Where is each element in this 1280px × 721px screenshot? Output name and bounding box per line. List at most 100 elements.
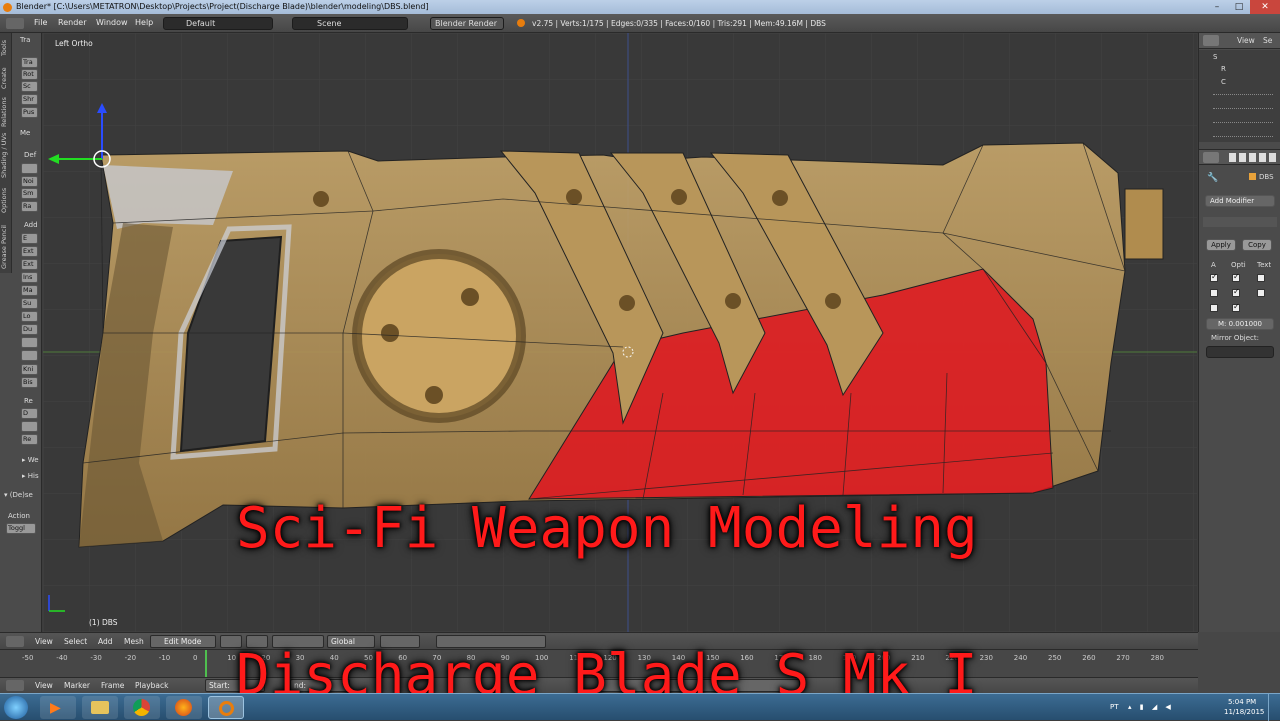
mirror-object-field[interactable]: [1206, 346, 1274, 358]
editor-type-icon[interactable]: [6, 636, 24, 647]
media-player-taskbar-icon[interactable]: ▶: [40, 696, 76, 719]
translate-button[interactable]: Tra: [21, 57, 38, 68]
push-pull-button[interactable]: Pus: [21, 107, 38, 118]
close-button[interactable]: ✕: [1250, 0, 1280, 14]
axis-x-checkbox[interactable]: [1210, 272, 1218, 282]
operator-panel-header[interactable]: ▾ (De)se: [4, 491, 33, 499]
scale-button[interactable]: Sc: [21, 81, 38, 92]
textures-u-checkbox[interactable]: [1257, 274, 1265, 282]
menu-window[interactable]: Window: [96, 18, 128, 27]
vertex-groups-checkbox[interactable]: [1232, 302, 1240, 312]
blender-taskbar-icon[interactable]: [208, 696, 244, 719]
transform-panel-header[interactable]: Tra: [20, 36, 30, 44]
menu-help[interactable]: Help: [135, 18, 153, 27]
explorer-taskbar-icon[interactable]: [82, 696, 118, 719]
remove-doubles-button[interactable]: Re: [21, 434, 38, 445]
apply-button[interactable]: Apply: [1206, 239, 1236, 251]
subdivide-button[interactable]: Su: [21, 298, 38, 309]
outliner-item-row[interactable]: [1213, 94, 1273, 102]
mesh-menu[interactable]: Mesh: [124, 637, 144, 646]
weapon-muzzle[interactable]: [1124, 188, 1164, 260]
firefox-taskbar-icon[interactable]: [166, 696, 202, 719]
marker-menu[interactable]: Marker: [64, 681, 90, 690]
shrink-fatten-button[interactable]: Shr: [21, 94, 38, 105]
merge-limit-field[interactable]: M: 0.001000: [1206, 318, 1274, 330]
copy-button[interactable]: Copy: [1242, 239, 1272, 251]
axis-y-checkbox[interactable]: [1210, 289, 1218, 297]
extrude-individual-button[interactable]: Ext: [21, 259, 38, 270]
start-button-icon[interactable]: [4, 696, 28, 719]
menu-file[interactable]: File: [34, 18, 47, 27]
spin-button[interactable]: [21, 337, 38, 348]
noise-button[interactable]: Noi: [21, 176, 38, 187]
bisect-button[interactable]: Bis: [21, 377, 38, 388]
tab-relations[interactable]: Relations: [0, 95, 12, 129]
tab-options[interactable]: Options: [0, 183, 12, 217]
mesh-tools-panel-header[interactable]: Me: [20, 129, 30, 137]
duplicate-button[interactable]: Du: [21, 324, 38, 335]
mode-value: Edit Mode: [164, 637, 202, 646]
outliner-item-scene[interactable]: S: [1213, 53, 1217, 61]
extrude-menu-button[interactable]: E: [21, 233, 38, 244]
outliner-editor-icon[interactable]: [1203, 35, 1219, 46]
make-edge-face-button[interactable]: Ma: [21, 285, 38, 296]
minimize-button[interactable]: –: [1206, 0, 1228, 14]
outliner-view-menu[interactable]: View: [1237, 36, 1255, 45]
frame-menu[interactable]: Frame: [101, 681, 124, 690]
properties-editor-icon[interactable]: [1203, 152, 1219, 163]
clock-time[interactable]: 5:04 PM: [1228, 698, 1256, 706]
tray-icons[interactable]: ▴ ▮ ◢ ◀: [1128, 703, 1174, 711]
mode-select[interactable]: Edit Mode: [150, 635, 216, 648]
screw-button[interactable]: [21, 350, 38, 361]
outliner-item-row[interactable]: [1213, 136, 1273, 141]
add-modifier-select[interactable]: Add Modifier: [1205, 195, 1275, 207]
screen-layout-field[interactable]: Default: [163, 17, 273, 30]
textures-v-checkbox[interactable]: [1257, 289, 1265, 297]
axis-z-checkbox[interactable]: [1210, 304, 1218, 312]
history-panel-header[interactable]: ▸ His: [22, 472, 39, 480]
playback-menu[interactable]: Playback: [135, 681, 168, 690]
slide-button[interactable]: [21, 163, 38, 174]
clipping-checkbox[interactable]: [1232, 287, 1240, 297]
outliner-item-camera[interactable]: C: [1221, 78, 1226, 86]
maximize-button[interactable]: □: [1228, 0, 1250, 14]
knife-button[interactable]: Kni: [21, 364, 38, 375]
current-frame-indicator[interactable]: [205, 650, 207, 678]
loop-cut-button[interactable]: Lo: [21, 311, 38, 322]
weight-tools-panel-header[interactable]: ▸ We: [22, 456, 39, 464]
outliner-item-row[interactable]: [1213, 108, 1273, 116]
rotate-button[interactable]: Rot: [21, 69, 38, 80]
tab-grease-pencil[interactable]: Grease Pencil: [0, 221, 12, 273]
smooth-button[interactable]: Sm: [21, 188, 38, 199]
select-menu[interactable]: Select: [64, 637, 87, 646]
weapon-mesh[interactable]: [78, 142, 1164, 548]
clock-date[interactable]: 11/18/2015: [1224, 708, 1264, 716]
inset-button[interactable]: Ins: [21, 272, 38, 283]
view-menu[interactable]: View: [35, 637, 53, 646]
properties-context-tabs[interactable]: [1229, 153, 1277, 162]
scene-field[interactable]: Scene: [292, 17, 408, 30]
outliner-tree[interactable]: S R C: [1199, 50, 1280, 142]
mirror-modifier-header[interactable]: [1203, 217, 1277, 227]
outliner-item-renderlayers[interactable]: R: [1221, 65, 1226, 73]
delete-button[interactable]: D: [21, 408, 38, 419]
merge-checkbox[interactable]: [1232, 272, 1240, 282]
tab-create[interactable]: Create: [0, 63, 12, 93]
show-desktop-button[interactable]: [1268, 694, 1280, 721]
tab-shading-uvs[interactable]: Shading / UVs: [0, 131, 12, 179]
extrude-region-button[interactable]: Ext: [21, 246, 38, 257]
chrome-taskbar-icon[interactable]: [124, 696, 160, 719]
editor-type-icon[interactable]: [6, 680, 24, 691]
render-engine-select[interactable]: Blender Render: [430, 17, 504, 30]
merge-button[interactable]: [21, 421, 38, 432]
add-menu[interactable]: Add: [98, 637, 113, 646]
action-select[interactable]: Toggl: [6, 523, 36, 534]
menu-render[interactable]: Render: [58, 18, 86, 27]
randomize-button[interactable]: Ra: [21, 201, 38, 212]
outliner-search-menu[interactable]: Se: [1263, 36, 1272, 45]
outliner-item-row[interactable]: [1213, 122, 1273, 130]
timeline-view-menu[interactable]: View: [35, 681, 53, 690]
editor-type-icon[interactable]: [6, 18, 24, 29]
tab-tools[interactable]: Tools: [0, 35, 12, 61]
language-indicator[interactable]: PT: [1110, 703, 1119, 711]
